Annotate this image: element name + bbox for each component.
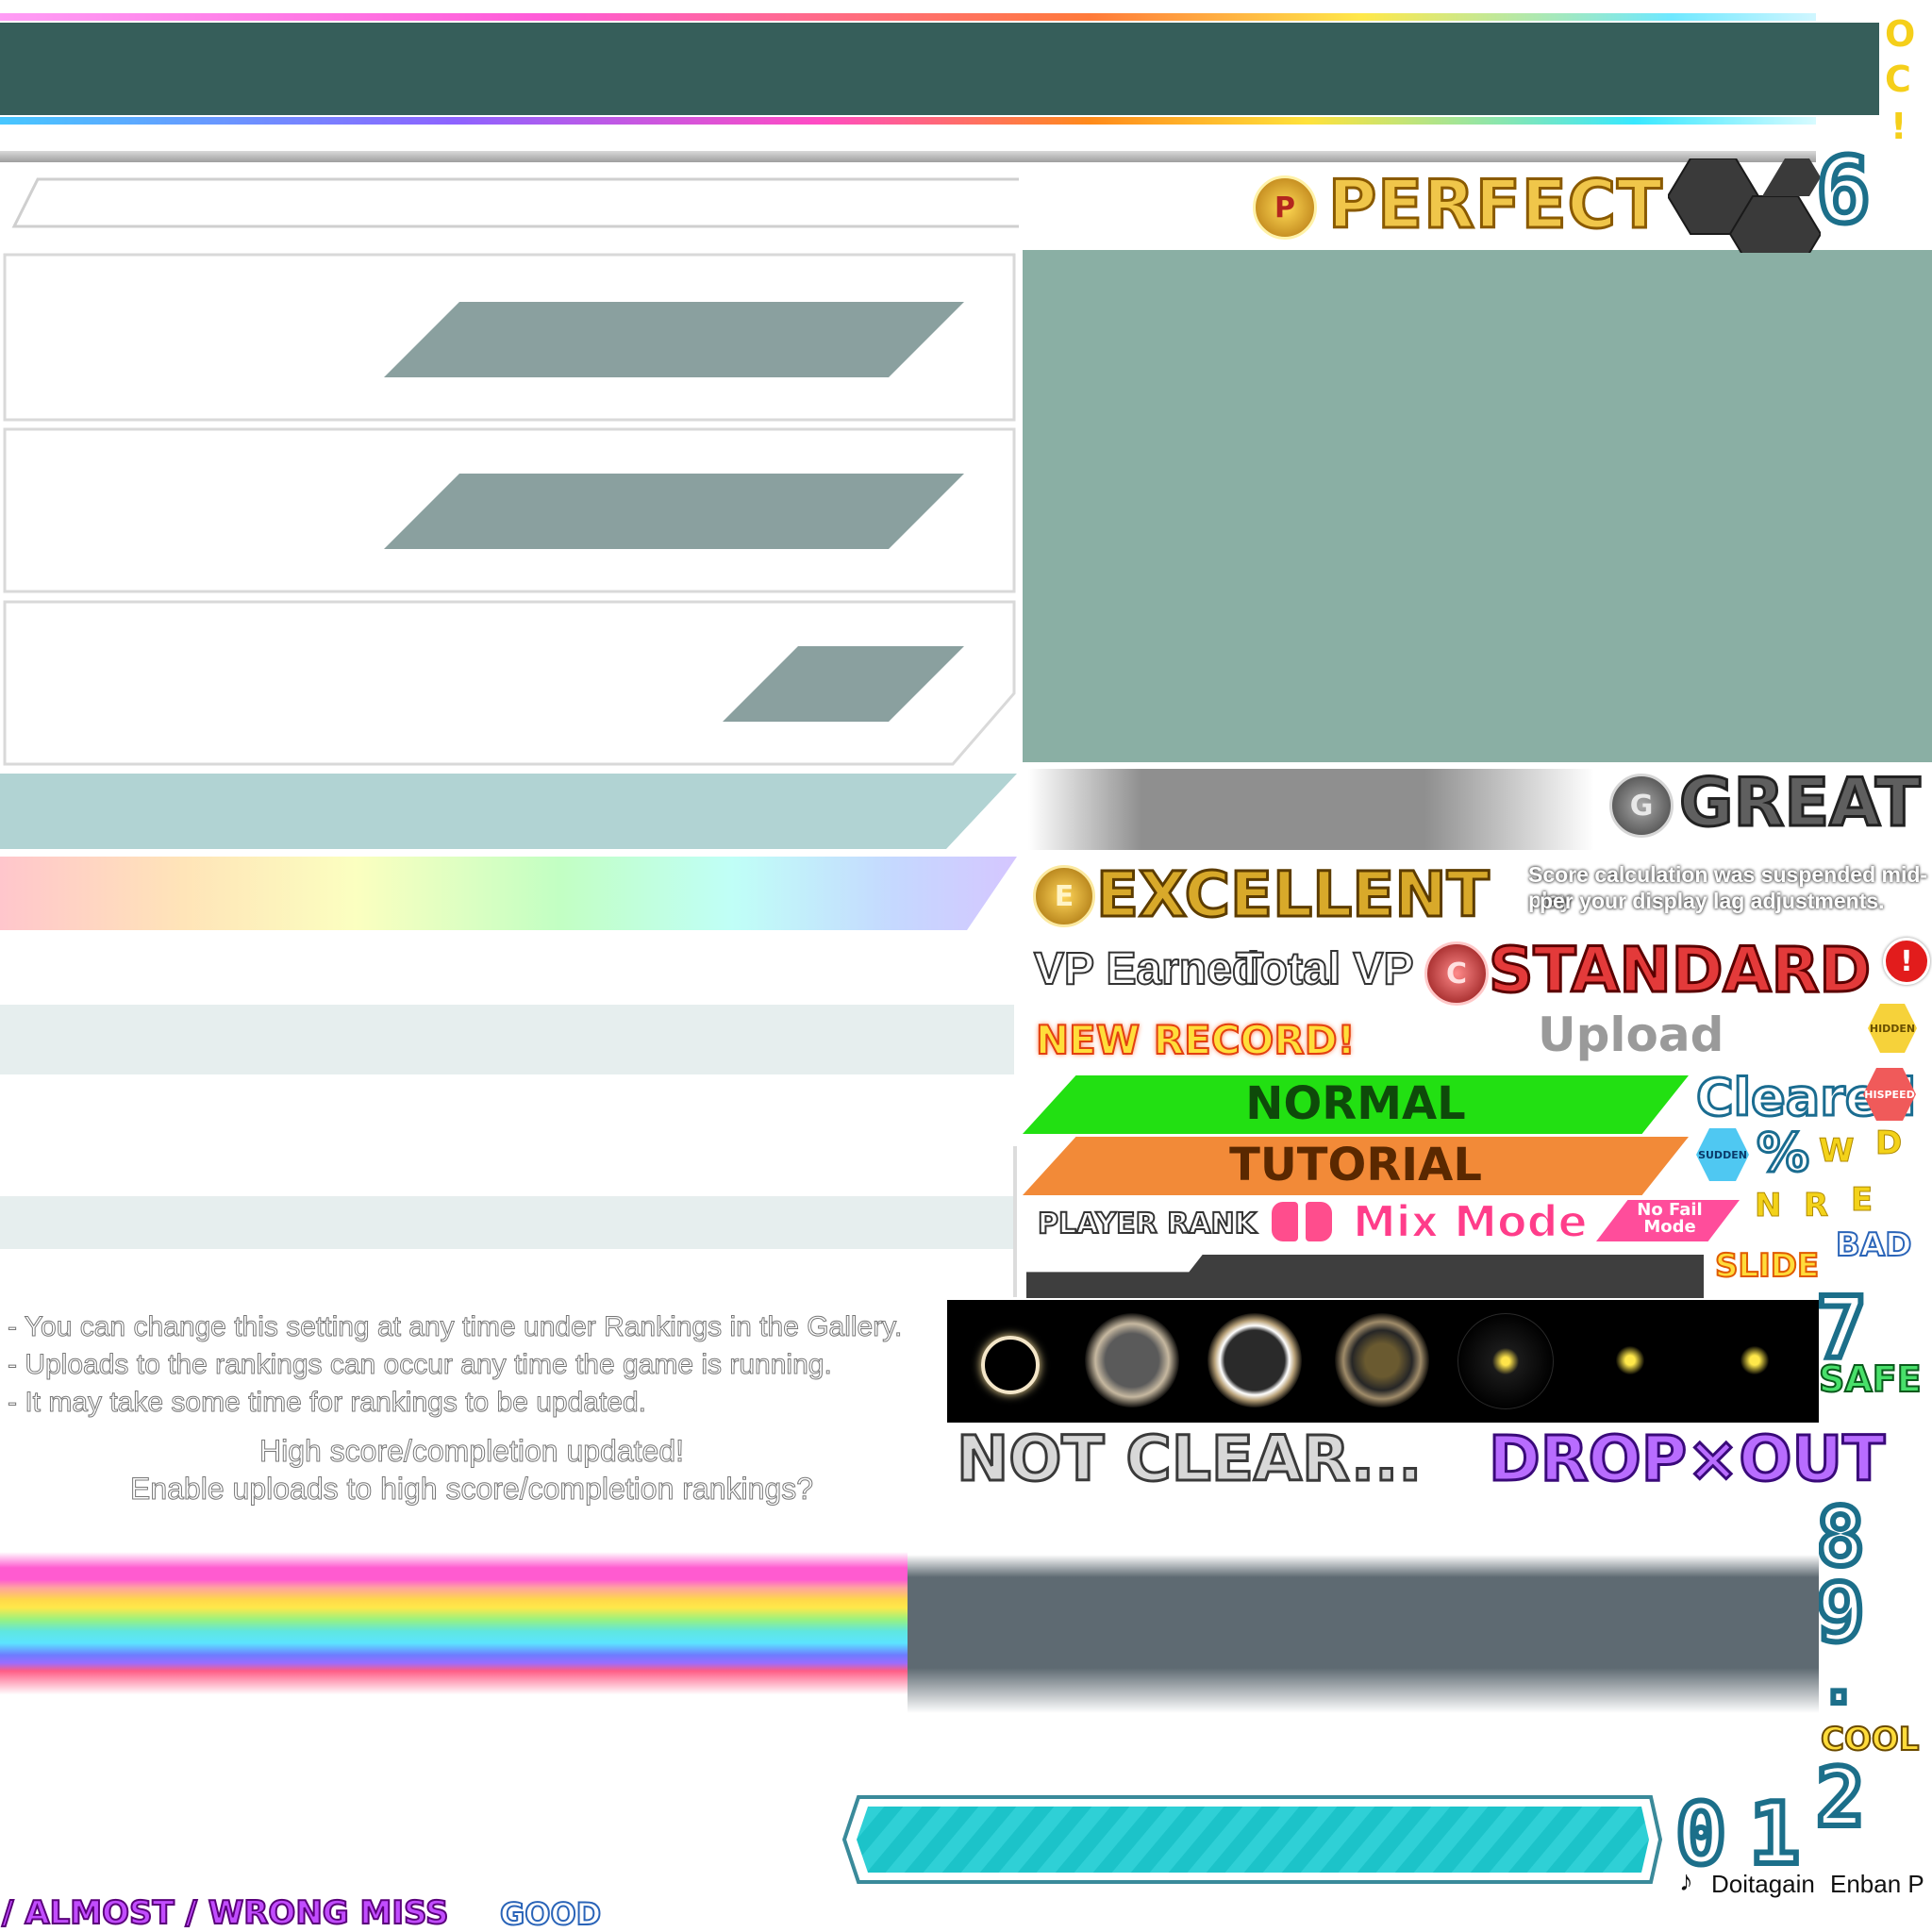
letter-d: D xyxy=(1874,1124,1903,1163)
letter-n: N xyxy=(1754,1187,1782,1225)
upload-label[interactable]: Upload xyxy=(1538,1008,1724,1062)
effect-ring-4 xyxy=(1335,1313,1429,1407)
effect-ring-2 xyxy=(1085,1313,1179,1407)
alert-icon: ! xyxy=(1883,938,1930,985)
notice-line-2: per your display lag adjustments. xyxy=(1540,889,1885,913)
bad-label: BAD xyxy=(1835,1225,1912,1265)
digit-six: 6 xyxy=(1813,135,1874,246)
good-label: GOOD xyxy=(499,1895,602,1932)
almost-wrong-miss-label: / ALMOST / WRONG MISS xyxy=(1,1893,449,1932)
effect-sparkle-2 xyxy=(1738,1343,1772,1377)
tutorial-label: TUTORIAL xyxy=(1229,1139,1482,1191)
hex-cluster-icon xyxy=(1668,158,1821,253)
top-slant-panel xyxy=(11,177,1019,228)
rankings-prompt: Enable uploads to high score/completion … xyxy=(129,1472,813,1507)
rankings-bullet-1: - You can change this setting at any tim… xyxy=(7,1311,903,1343)
percent-label: % xyxy=(1755,1122,1810,1186)
effect-ring-5 xyxy=(1457,1313,1554,1409)
music-note-icon: ♪ xyxy=(1679,1866,1693,1897)
letter-r: R xyxy=(1803,1187,1829,1225)
normal-label: NORMAL xyxy=(1245,1077,1466,1130)
preview-panel xyxy=(1023,250,1932,762)
no-fail-label: No Fail Mode xyxy=(1637,1200,1703,1237)
stripe-row-2 xyxy=(0,1196,1014,1249)
player-rank-label: PLAYER RANK xyxy=(1037,1207,1257,1241)
standard-medal-icon: C xyxy=(1424,941,1489,1006)
rankings-bullet-3: - It may take some time for rankings to … xyxy=(8,1387,647,1419)
rankings-bullet-2: - Uploads to the rankings can occur any … xyxy=(8,1349,833,1381)
letter-w: W xyxy=(1819,1132,1856,1171)
top-right-char-c: C xyxy=(1885,58,1911,100)
vp-earned-label: VP Earned xyxy=(1033,943,1260,995)
slide-label: SLIDE xyxy=(1714,1246,1820,1286)
top-banner-underline xyxy=(0,117,1816,125)
teal-band xyxy=(0,774,1017,849)
panel-1-bar xyxy=(384,302,964,377)
progress-fill xyxy=(857,1807,1649,1873)
vertical-divider xyxy=(1013,1146,1017,1297)
excellent-label: EXCELLENT xyxy=(1095,858,1491,933)
credit-music: Doitagain xyxy=(1711,1870,1815,1898)
grey-streak xyxy=(908,1509,1819,1736)
digit-two: 2 xyxy=(1813,1748,1868,1848)
mix-mode-label: Mix Mode xyxy=(1352,1195,1589,1248)
excellent-medal-icon: E xyxy=(1033,865,1095,927)
top-right-char-exclaim: ! xyxy=(1890,106,1907,147)
drop-out-label: DROP×OUT xyxy=(1487,1422,1886,1497)
great-medal-icon: G xyxy=(1609,774,1674,838)
hidden-icon: HIDDEN xyxy=(1868,1004,1917,1053)
perfect-label: PERFECT xyxy=(1327,165,1664,245)
perfect-medal-icon: P xyxy=(1253,175,1317,240)
effect-ring-1 xyxy=(981,1336,1040,1394)
safe-label: SAFE xyxy=(1818,1357,1923,1401)
progress-frame xyxy=(841,1795,1663,1884)
dark-bar xyxy=(1026,1255,1704,1298)
sudden-icon: SUDDEN xyxy=(1696,1128,1749,1181)
grey-divider xyxy=(0,151,1816,162)
new-record-label: NEW RECORD! xyxy=(1035,1016,1357,1064)
standard-label: STANDARD xyxy=(1487,933,1872,1008)
rainbow-streaks xyxy=(0,1528,908,1726)
digit-dot: . xyxy=(1816,1639,1861,1722)
controller-icon xyxy=(1272,1202,1332,1241)
effect-sparkle-1 xyxy=(1613,1343,1647,1377)
panel-2-bar xyxy=(384,474,964,549)
top-right-char-o: O xyxy=(1885,13,1916,55)
great-fade-bar xyxy=(1028,769,1594,850)
rainbow-band xyxy=(0,857,1017,930)
not-clear-label: NOT CLEAR... xyxy=(955,1422,1423,1497)
total-vp-label: Total VP xyxy=(1235,943,1414,995)
top-banner-body xyxy=(0,23,1879,115)
rankings-updated: High score/completion updated! xyxy=(258,1434,685,1469)
great-label: GREAT xyxy=(1678,763,1923,843)
color-bands xyxy=(0,774,1017,930)
effect-ring-3 xyxy=(1208,1313,1302,1407)
stripe-row-1 xyxy=(0,1005,1014,1074)
letter-e: E xyxy=(1850,1181,1874,1220)
credit-artist: Enban P xyxy=(1830,1870,1924,1898)
top-banner xyxy=(0,13,1816,21)
